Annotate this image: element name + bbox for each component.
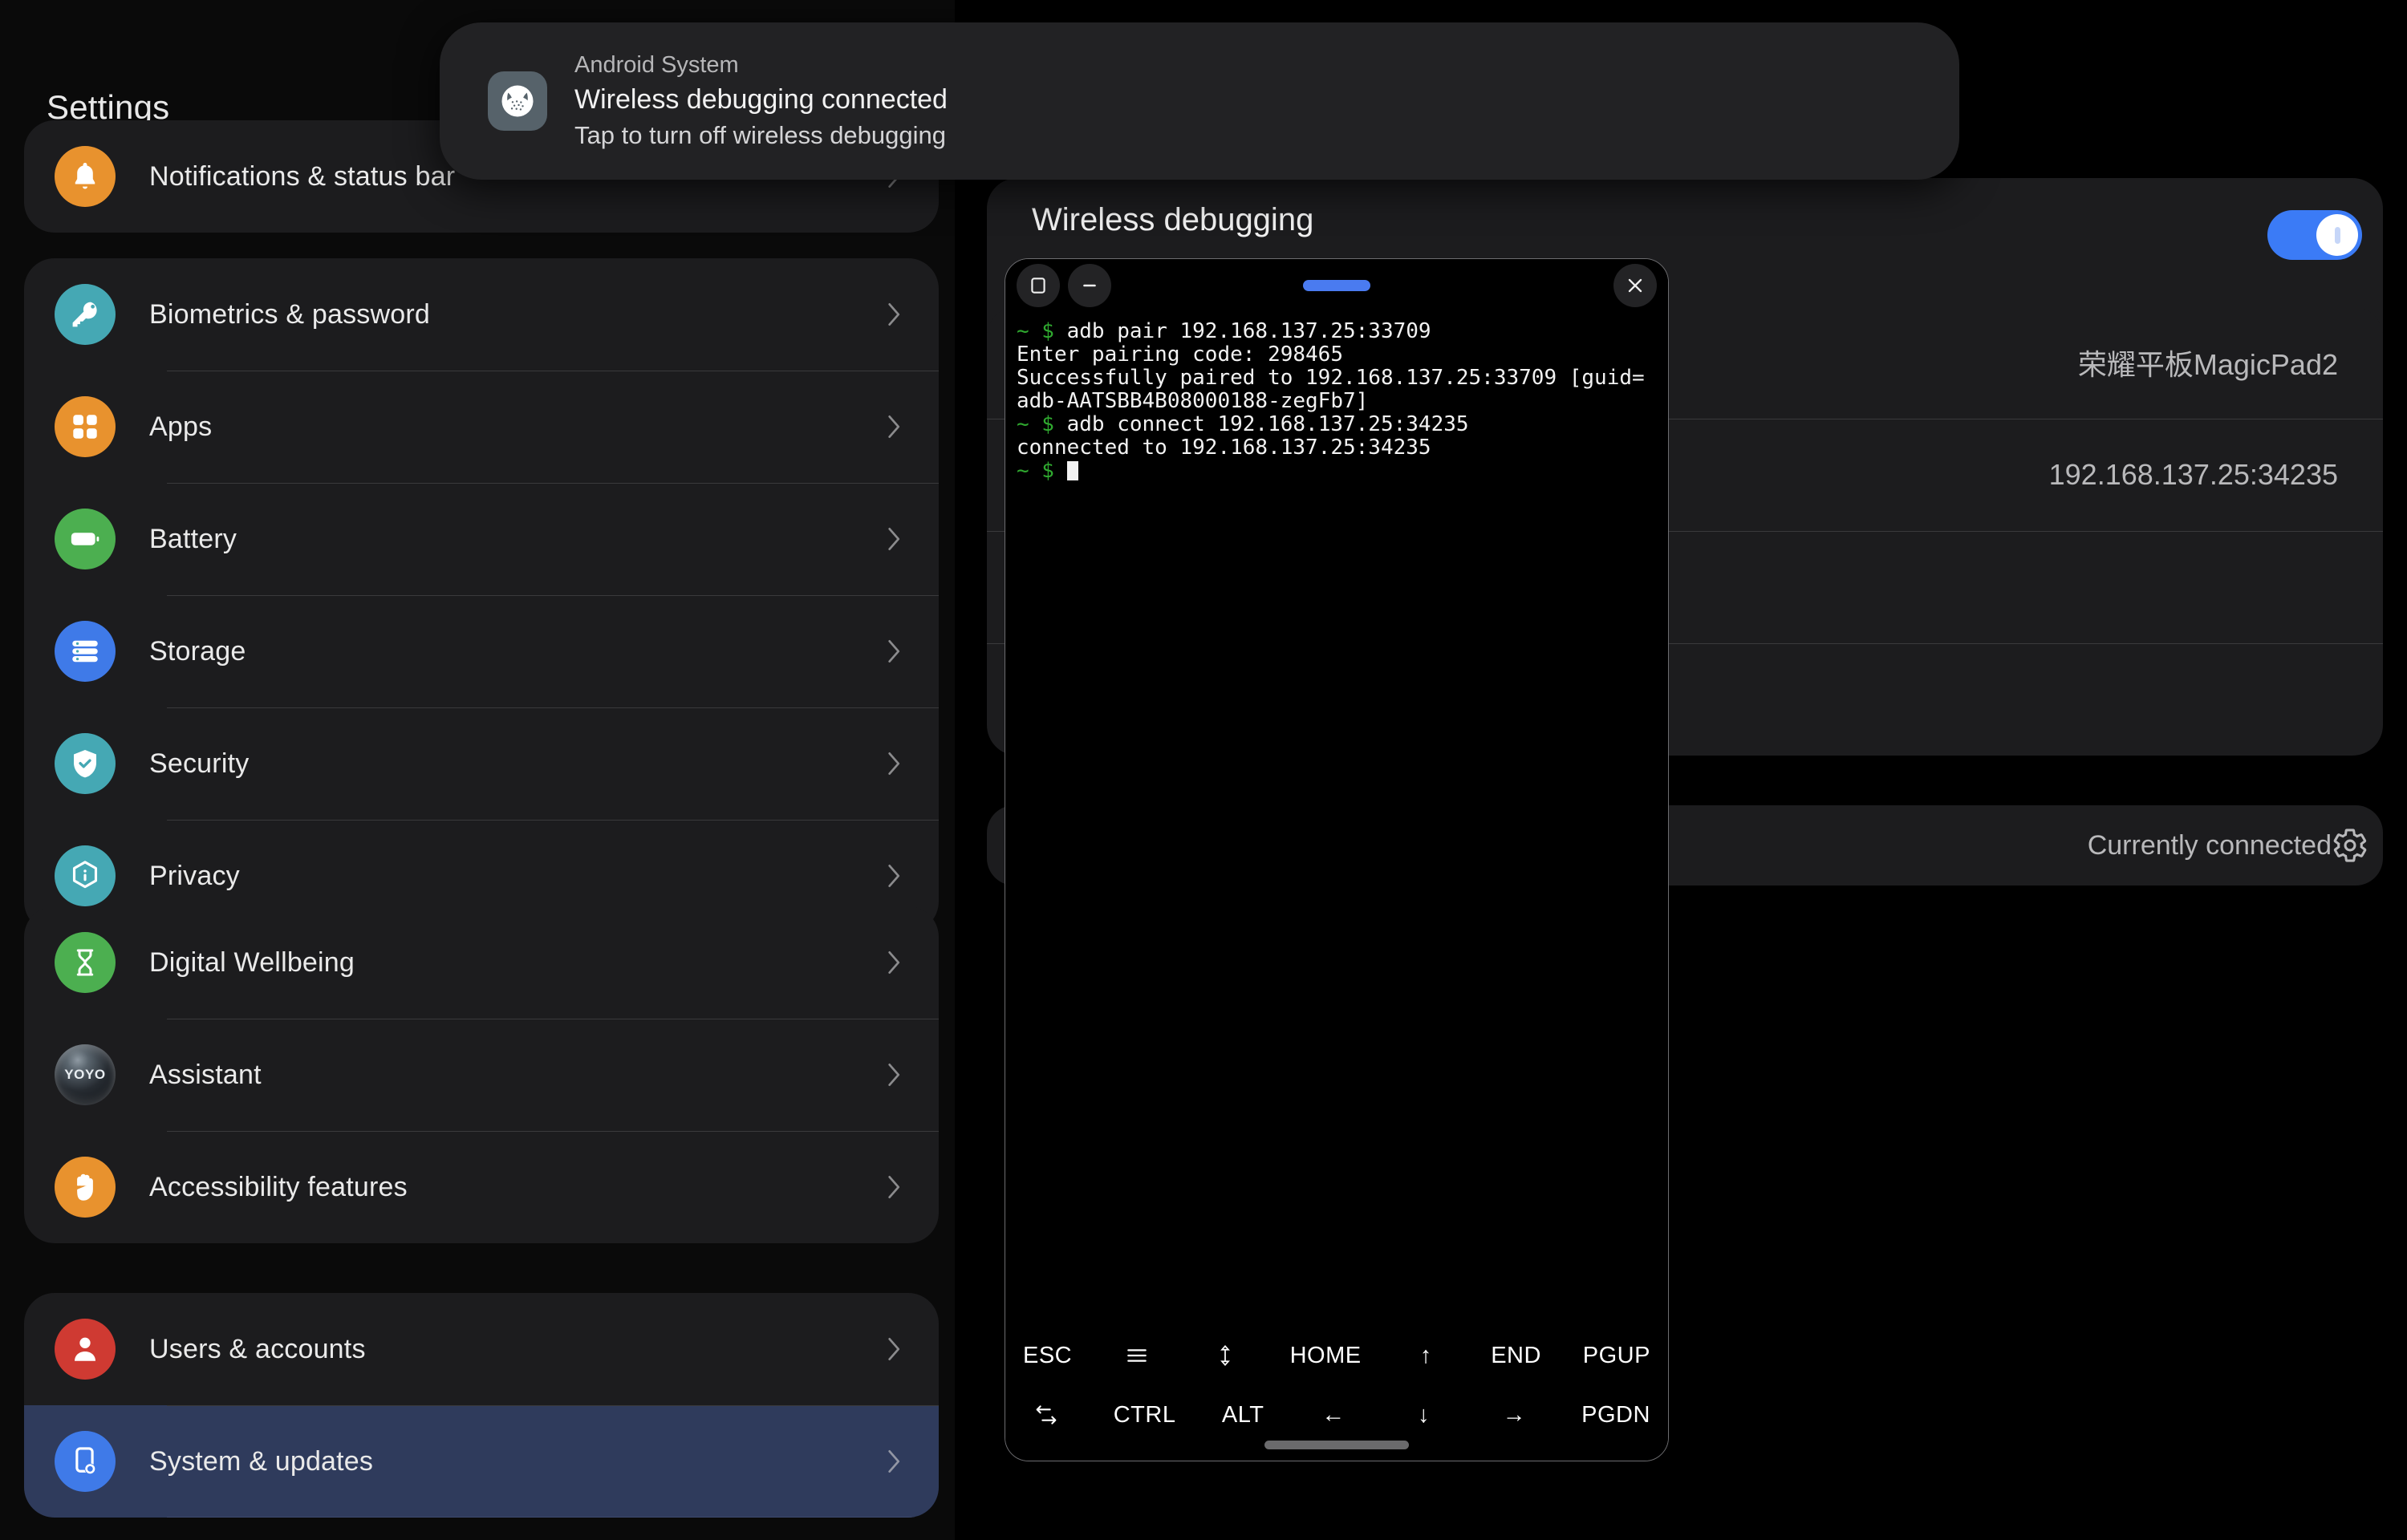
key-icon [55, 284, 116, 345]
sidebar-item-security[interactable]: Security [24, 707, 939, 820]
wireless-debugging-toggle[interactable] [2267, 210, 2362, 260]
currently-connected-label: Currently connected [2087, 829, 2332, 861]
wireless-debugging-title: Wireless debugging [1032, 202, 1314, 237]
minimize-icon[interactable] [1068, 264, 1111, 307]
sidebar-item-storage[interactable]: Storage [24, 595, 939, 707]
sidebar-item-label: System & updates [149, 1445, 374, 1477]
sidebar-item-label: Assistant [149, 1059, 262, 1090]
terminal-key-menu-hamburger[interactable] [1114, 1343, 1160, 1368]
notification-toast[interactable]: Android System Wireless debugging connec… [440, 22, 1959, 180]
chevron-right-icon [886, 1446, 903, 1477]
sidebar-item-label: Storage [149, 635, 246, 667]
terminal-key-home[interactable]: HOME [1290, 1343, 1362, 1369]
settings-pane: Settings Notifications & status bar Biome… [0, 0, 955, 1540]
chevron-right-icon [886, 299, 903, 330]
terminal-titlebar[interactable] [1005, 259, 1668, 312]
chevron-right-icon [886, 1172, 903, 1202]
sidebar-item-label: Battery [149, 523, 237, 554]
settings-group-2: Digital Wellbeing YOYO Assistant Accessibil… [24, 906, 939, 1243]
sidebar-item-label: Users & accounts [149, 1333, 366, 1364]
sidebar-item-label: Biometrics & password [149, 298, 430, 330]
settings-group-3: Users & accounts System & updates [24, 1293, 939, 1518]
sidebar-item-label: Accessibility features [149, 1171, 408, 1202]
device-gear-icon [55, 1431, 116, 1492]
terminal-key-↑[interactable]: ↑ [1402, 1343, 1449, 1369]
settings-group-1: Biometrics & password Apps Battery Storage S… [24, 258, 939, 932]
sidebar-item-label: Privacy [149, 860, 240, 891]
drag-handle[interactable] [1303, 280, 1370, 291]
notification-title: Wireless debugging connected [574, 84, 948, 115]
terminal-window[interactable]: ~ $ adb pair 192.168.137.25:33709 Enter … [1005, 258, 1669, 1461]
terminal-key-ctrl[interactable]: CTRL [1114, 1402, 1176, 1429]
terminal-key-alt[interactable]: ALT [1220, 1402, 1266, 1429]
sidebar-item-label: Security [149, 748, 250, 779]
sidebar-item-biometrics-password[interactable]: Biometrics & password [24, 258, 939, 371]
apps-grid-icon [55, 396, 116, 457]
notification-subtitle: Tap to turn off wireless debugging [574, 121, 947, 149]
terminal-key-pgdn[interactable]: PGDN [1581, 1402, 1650, 1429]
terminal-key-row-2: CTRL ALT ← ↓ → PGDN [1023, 1385, 1650, 1445]
device-ip-value: 192.168.137.25:34235 [2048, 458, 2338, 491]
hourglass-icon [55, 932, 116, 993]
sidebar-item-label: Apps [149, 411, 213, 442]
chevron-right-icon [886, 1334, 903, 1364]
terminal-key-↓[interactable]: ↓ [1401, 1402, 1447, 1429]
sidebar-item-label: Digital Wellbeing [149, 946, 355, 978]
close-icon[interactable] [1613, 264, 1657, 307]
device-name-value: 荣耀平板MagicPad2 [2077, 348, 2338, 381]
terminal-key-end[interactable]: END [1491, 1343, 1541, 1369]
terminal-key-updown-arrow[interactable] [1202, 1343, 1248, 1368]
terminal-output[interactable]: ~ $ adb pair 192.168.137.25:33709 Enter … [1005, 312, 1668, 1326]
terminal-key-row-1: ESC HOME ↑ END PGUP [1023, 1326, 1650, 1385]
sidebar-item-system-updates[interactable]: System & updates [24, 1405, 939, 1518]
sidebar-item-apps[interactable]: Apps [24, 371, 939, 483]
sidebar-item-battery[interactable]: Battery [24, 483, 939, 595]
chevron-right-icon [886, 411, 903, 442]
android-head-icon [488, 71, 547, 131]
chevron-right-icon [886, 947, 903, 978]
hand-icon [55, 1157, 116, 1218]
shield-check-icon [55, 733, 116, 794]
chevron-right-icon [886, 748, 903, 779]
terminal-key-tab[interactable] [1023, 1402, 1070, 1428]
screen: Settings Notifications & status bar Biome… [0, 0, 2407, 1540]
sidebar-item-accessibility-features[interactable]: Accessibility features [24, 1131, 939, 1243]
tablet-window-icon[interactable] [1017, 264, 1060, 307]
privacy-hexagon-icon [55, 845, 116, 906]
bell-icon [55, 146, 116, 207]
sidebar-item-digital-wellbeing[interactable]: Digital Wellbeing [24, 906, 939, 1019]
gear-icon[interactable] [2332, 827, 2368, 864]
chevron-right-icon [886, 524, 903, 554]
terminal-key-esc[interactable]: ESC [1023, 1343, 1072, 1369]
yoyo-orb-icon: YOYO [55, 1044, 116, 1105]
chevron-right-icon [886, 861, 903, 891]
terminal-key-←[interactable]: ← [1310, 1402, 1357, 1429]
storage-stack-icon [55, 621, 116, 682]
notification-app-name: Android System [574, 52, 739, 78]
terminal-key-→[interactable]: → [1491, 1402, 1537, 1429]
terminal-key-pgup[interactable]: PGUP [1583, 1343, 1650, 1369]
chevron-right-icon [886, 1060, 903, 1090]
home-indicator[interactable] [1264, 1441, 1409, 1449]
battery-icon [55, 509, 116, 569]
chevron-right-icon [886, 636, 903, 667]
person-icon [55, 1319, 116, 1380]
toggle-knob [2316, 214, 2358, 256]
terminal-key-bar: ESC HOME ↑ END PGUP CTRL ALT ← ↓ → PGDN [1005, 1326, 1668, 1461]
sidebar-item-assistant[interactable]: YOYO Assistant [24, 1019, 939, 1131]
sidebar-item-users-accounts[interactable]: Users & accounts [24, 1293, 939, 1405]
